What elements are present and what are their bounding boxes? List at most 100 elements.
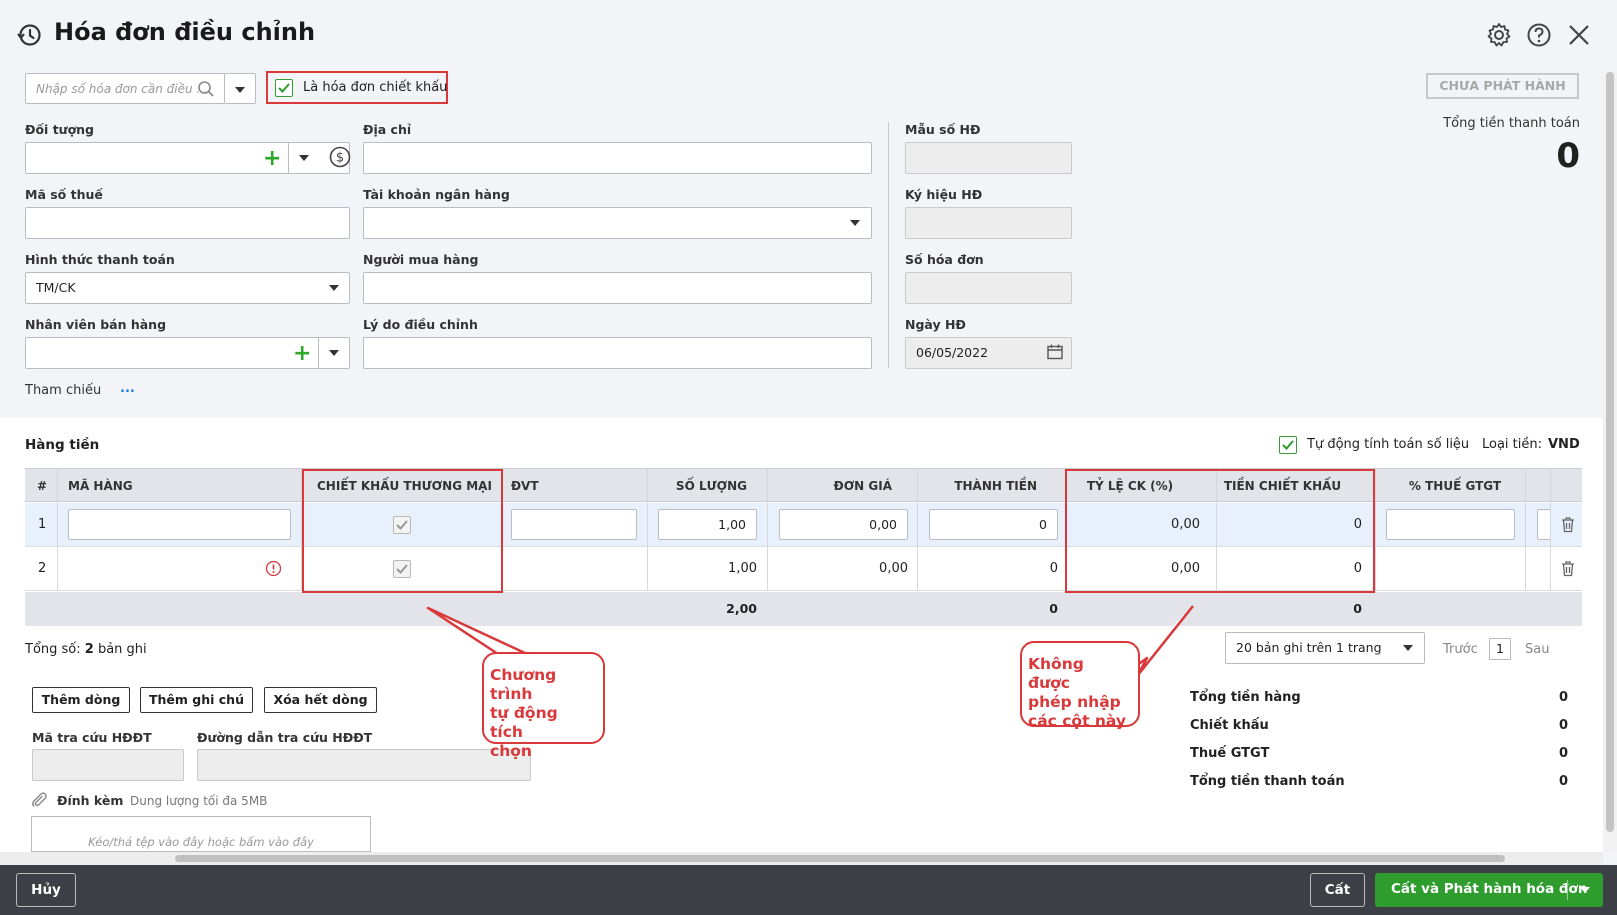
discount-invoice-label: Là hóa đơn chiết khấu	[303, 80, 448, 95]
col-item-code: MÃ HÀNG	[68, 479, 133, 493]
unit-input[interactable]	[511, 509, 637, 540]
col-quantity: SỐ LƯỢNG	[675, 479, 747, 493]
trash-icon[interactable]	[1560, 560, 1576, 577]
auto-calc-checkbox[interactable]	[1279, 436, 1297, 454]
sum-total-label: Tổng tiền thanh toán	[1190, 774, 1345, 789]
save-button[interactable]: Cất	[1310, 873, 1365, 907]
adjust-reason-label: Lý do điều chỉnh	[363, 317, 478, 332]
tax-code-label: Mã số thuế	[25, 187, 103, 202]
paperclip-icon	[32, 792, 47, 807]
add-salesperson-icon[interactable]: +	[293, 343, 311, 365]
vertical-scrollbar[interactable]	[1603, 72, 1617, 852]
bank-account-select[interactable]	[363, 207, 872, 239]
quantity-input[interactable]: 1,00	[658, 509, 757, 540]
customer-label: Đối tượng	[25, 122, 95, 137]
sum-total-value: 0	[1558, 774, 1568, 789]
svg-text:$: $	[336, 151, 344, 166]
discount-invoice-checkbox[interactable]	[275, 79, 293, 97]
col-unit: ĐVT	[511, 479, 539, 493]
add-row-button[interactable]: Thêm dòng	[32, 687, 130, 713]
cancel-button[interactable]: Hủy	[16, 873, 76, 907]
adjust-reason-input[interactable]	[363, 337, 872, 369]
attach-label: Đính kèm	[57, 793, 124, 808]
attach-hint: Dung lượng tối đa 5MB	[130, 794, 268, 808]
close-icon[interactable]	[1566, 22, 1592, 48]
calendar-icon[interactable]	[1046, 343, 1064, 361]
item-code-input[interactable]	[68, 509, 291, 540]
sum-discount-value: 0	[1558, 718, 1568, 733]
page-number[interactable]: 1	[1489, 638, 1511, 660]
status-badge: CHƯA PHÁT HÀNH	[1426, 73, 1579, 99]
dialog-header: Hóa đơn điều chỉnh	[0, 0, 1617, 72]
callout-no-input: Không được phép nhập các cột này	[1020, 641, 1140, 730]
payment-method-select[interactable]: TM/CK	[25, 272, 350, 304]
save-publish-button[interactable]: Cất và Phát hành hóa đơn	[1375, 873, 1603, 907]
gear-icon[interactable]	[1486, 22, 1512, 48]
chevron-down-icon	[850, 220, 860, 226]
buyer-label: Người mua hàng	[363, 252, 479, 267]
col-vat-rate: % THUẾ GTGT	[1408, 479, 1502, 493]
horizontal-scrollbar[interactable]	[0, 852, 1603, 865]
add-customer-icon[interactable]: +	[263, 148, 281, 170]
reference-label: Tham chiếu	[25, 383, 102, 398]
history-icon	[17, 24, 41, 46]
unit-price-input[interactable]: 0,00	[779, 509, 908, 540]
dollar-icon[interactable]: $	[329, 146, 351, 168]
warning-icon	[265, 560, 282, 577]
buyer-input[interactable]	[363, 272, 872, 304]
bank-account-label: Tài khoản ngân hàng	[363, 187, 510, 202]
currency-value: VND	[1548, 437, 1580, 452]
search-invoice-input[interactable]: Nhập số hóa đơn cần điều ...	[25, 73, 225, 104]
currency-label: Loại tiền:	[1482, 437, 1543, 452]
sum-discount-label: Chiết khấu	[1190, 718, 1269, 733]
chevron-down-icon	[235, 87, 245, 93]
section-title: Hàng tiền	[25, 437, 100, 453]
invoice-template-label: Mẫu số HĐ	[905, 122, 981, 137]
invoice-symbol-input	[905, 207, 1072, 239]
total-payment-value: 0	[1556, 136, 1580, 176]
customer-dropdown-icon[interactable]	[299, 155, 309, 161]
amount-input[interactable]: 0	[929, 509, 1058, 540]
salesperson-label: Nhân viên bán hàng	[25, 317, 167, 332]
address-label: Địa chỉ	[363, 122, 412, 137]
address-input[interactable]	[363, 142, 872, 174]
sum-vat-value: 0	[1558, 746, 1568, 761]
annotation-box-discount-cols	[1065, 469, 1375, 593]
attach-dropzone[interactable]: Kéo/thả tệp vào đây hoặc bấm vào đây	[31, 816, 371, 852]
next-page-button[interactable]: Sau	[1525, 642, 1549, 657]
col-unit-price: ĐƠN GIÁ	[833, 479, 892, 493]
annotation-box-trade-discount-col	[302, 469, 503, 593]
trash-icon[interactable]	[1560, 516, 1576, 533]
total-discount: 0	[1353, 601, 1362, 616]
chevron-down-icon	[1403, 645, 1413, 651]
reference-more-link[interactable]: ...	[120, 381, 135, 396]
lookup-code-input	[32, 749, 184, 781]
unit-price-cell[interactable]: 0,00	[747, 561, 908, 576]
salesperson-dropdown-icon[interactable]	[329, 350, 339, 356]
payment-method-label: Hình thức thanh toán	[25, 252, 175, 267]
invoice-symbol-label: Ký hiệu HĐ	[905, 187, 983, 202]
vat-rate-input[interactable]	[1386, 509, 1515, 540]
invoice-number-label: Số hóa đơn	[905, 252, 984, 267]
prev-page-button[interactable]: Trước	[1443, 642, 1478, 657]
callout-auto-check: Chương trình tự động tích chọn	[482, 652, 605, 760]
chevron-down-icon[interactable]	[1580, 887, 1590, 893]
extra-cell-input[interactable]	[1537, 509, 1551, 540]
col-amount: THÀNH TIỀN	[954, 479, 1037, 493]
auto-calc-label: Tự động tính toán số liệu	[1307, 437, 1470, 452]
help-icon[interactable]	[1526, 22, 1552, 48]
col-index: #	[37, 479, 48, 493]
add-note-button[interactable]: Thêm ghi chú	[140, 687, 253, 713]
page-size-select[interactable]: 20 bản ghi trên 1 trang	[1225, 632, 1425, 664]
column-divider	[888, 122, 889, 368]
record-count: Tổng số: 2 bản ghi	[25, 642, 147, 657]
invoice-number-input	[905, 272, 1072, 304]
search-icon[interactable]	[197, 80, 215, 98]
tax-code-input[interactable]	[25, 207, 350, 239]
row-index: 1	[38, 517, 47, 532]
sum-vat-label: Thuế GTGT	[1190, 746, 1270, 761]
delete-all-rows-button[interactable]: Xóa hết dòng	[264, 687, 377, 713]
row-index: 2	[38, 561, 47, 576]
sum-goods-value: 0	[1558, 690, 1568, 705]
invoice-date-label: Ngày HĐ	[905, 317, 966, 332]
